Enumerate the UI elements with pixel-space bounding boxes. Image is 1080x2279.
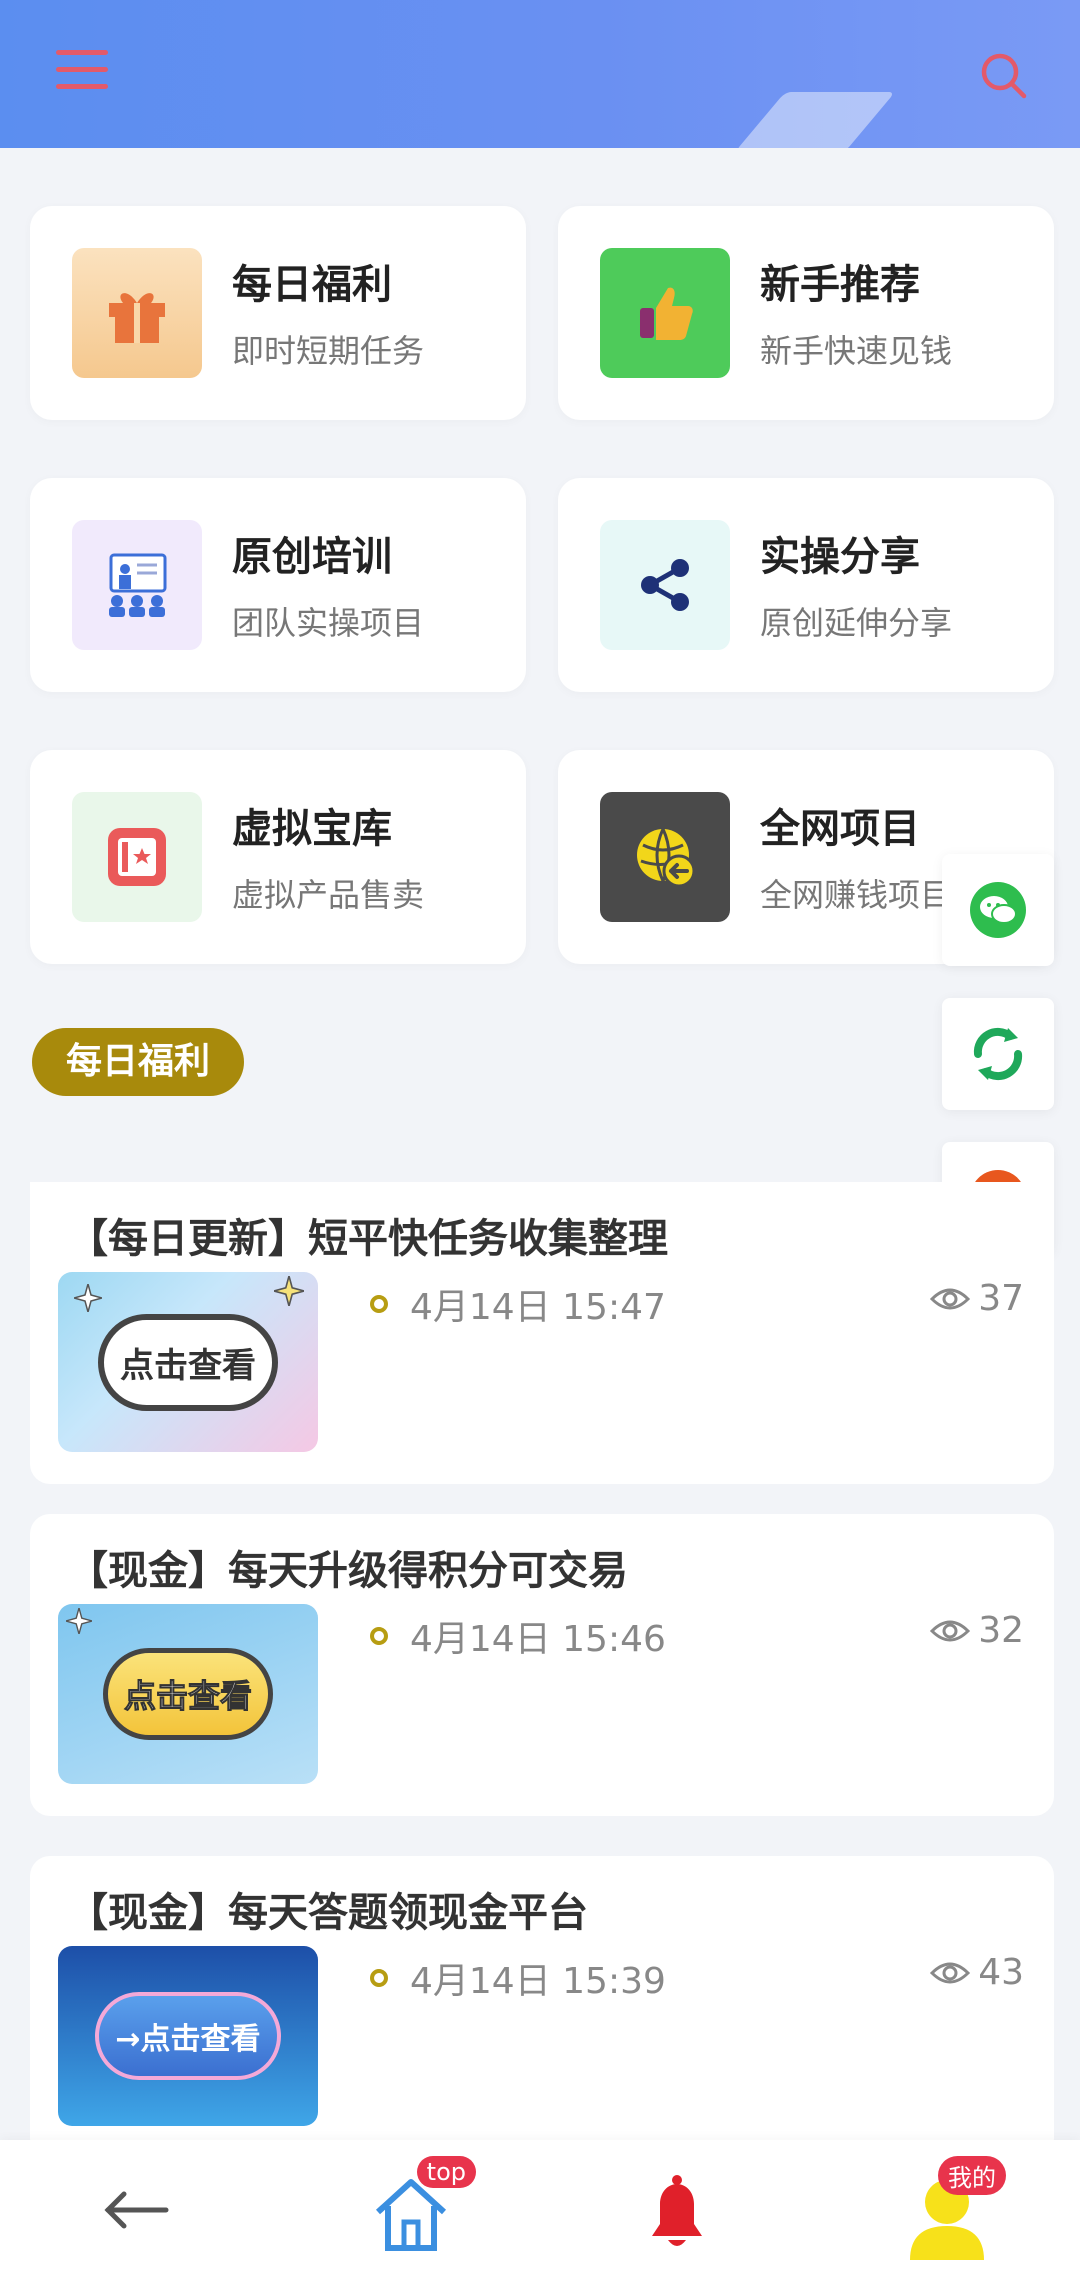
eye-icon xyxy=(930,1962,971,1983)
back-arrow-icon xyxy=(104,2191,169,2229)
category-grid: 每日福利 即时短期任务 新手推荐 新手快速见钱 原创培训 团队实操项目 实操分享… xyxy=(30,206,1054,964)
article-views: 32 xyxy=(930,1610,1024,1651)
article-date: 4月14日 15:39 xyxy=(410,1961,666,2002)
profile-badge: 我的 xyxy=(938,2156,1006,2195)
article-thumbnail[interactable]: 点击查看 xyxy=(58,1604,318,1784)
sparkle-icon xyxy=(74,1284,102,1312)
time-dot-icon xyxy=(370,1295,388,1313)
article-card[interactable]: 【现金】每天答题领现金平台 →点击查看 4月14日 15:39 43 xyxy=(30,1856,1054,2158)
article-thumbnail[interactable]: →点击查看 xyxy=(58,1946,318,2126)
eye-icon xyxy=(930,1288,971,1309)
article-card[interactable]: 【每日更新】短平快任务收集整理 点击查看 4月14日 15:47 37 xyxy=(30,1182,1054,1484)
article-meta: 4月14日 15:47 xyxy=(370,1278,666,1330)
sparkle-icon xyxy=(274,1276,304,1306)
category-title: 全网项目 xyxy=(760,806,920,852)
eye-icon xyxy=(930,1620,971,1641)
wechat-float-button[interactable] xyxy=(942,854,1054,966)
search-icon[interactable] xyxy=(978,50,1030,102)
category-title: 每日福利 xyxy=(232,262,392,308)
app-header xyxy=(0,0,1080,148)
category-subtitle: 即时短期任务 xyxy=(232,332,425,370)
wechat-icon xyxy=(970,882,1026,938)
article-title: 【每日更新】短平快任务收集整理 xyxy=(68,1216,668,1262)
thumbs-up-icon xyxy=(600,248,730,378)
category-card-training[interactable]: 原创培训 团队实操项目 xyxy=(30,478,526,692)
view-count: 32 xyxy=(978,1610,1024,1651)
category-subtitle: 团队实操项目 xyxy=(232,604,425,642)
category-title: 虚拟宝库 xyxy=(232,806,392,852)
home-button[interactable]: top xyxy=(356,2156,476,2260)
menu-icon[interactable] xyxy=(56,50,108,94)
category-card-newbie[interactable]: 新手推荐 新手快速见钱 xyxy=(558,206,1054,420)
header-decoration xyxy=(734,92,896,148)
thumbnail-label: →点击查看 xyxy=(95,1992,281,2080)
category-subtitle: 虚拟产品售卖 xyxy=(232,876,425,914)
section-label: 每日福利 xyxy=(32,1028,245,1096)
training-icon xyxy=(72,520,202,650)
article-meta: 4月14日 15:39 xyxy=(370,1952,666,2004)
time-dot-icon xyxy=(370,1627,388,1645)
time-dot-icon xyxy=(370,1969,388,1987)
notification-button[interactable] xyxy=(622,2160,732,2260)
category-subtitle: 新手快速见钱 xyxy=(760,332,953,370)
article-title: 【现金】每天升级得积分可交易 xyxy=(68,1548,628,1594)
article-date: 4月14日 15:46 xyxy=(410,1619,666,1660)
article-views: 43 xyxy=(930,1952,1024,1993)
article-title: 【现金】每天答题领现金平台 xyxy=(68,1890,588,1936)
bell-icon xyxy=(652,2175,702,2246)
article-thumbnail[interactable]: 点击查看 xyxy=(58,1272,318,1452)
sparkle-icon xyxy=(66,1608,92,1634)
category-card-share[interactable]: 实操分享 原创延伸分享 xyxy=(558,478,1054,692)
home-badge: top xyxy=(416,2156,476,2188)
category-card-daily[interactable]: 每日福利 即时短期任务 xyxy=(30,206,526,420)
category-title: 原创培训 xyxy=(232,534,392,580)
refresh-icon xyxy=(973,1027,1023,1081)
share-icon xyxy=(600,520,730,650)
back-button[interactable] xyxy=(80,2160,190,2260)
article-card[interactable]: 【现金】每天升级得积分可交易 点击查看 4月14日 15:46 32 xyxy=(30,1514,1054,1816)
view-count: 43 xyxy=(978,1952,1024,1993)
profile-button[interactable]: 我的 xyxy=(892,2156,1006,2260)
category-subtitle: 原创延伸分享 xyxy=(760,604,953,642)
vault-icon xyxy=(72,792,202,922)
bottom-navigation: top 我的 xyxy=(0,2140,1080,2279)
category-title: 实操分享 xyxy=(760,534,920,580)
article-date: 4月14日 15:47 xyxy=(410,1287,666,1328)
gift-icon xyxy=(72,248,202,378)
thumbnail-label: 点击查看 xyxy=(98,1313,278,1411)
globe-icon xyxy=(600,792,730,922)
view-count: 37 xyxy=(978,1278,1024,1319)
refresh-float-button[interactable] xyxy=(942,998,1054,1110)
article-views: 37 xyxy=(930,1278,1024,1319)
category-title: 新手推荐 xyxy=(760,262,920,308)
article-meta: 4月14日 15:46 xyxy=(370,1610,666,1662)
category-subtitle: 全网赚钱项目 xyxy=(760,876,953,914)
category-card-vault[interactable]: 虚拟宝库 虚拟产品售卖 xyxy=(30,750,526,964)
thumbnail-label: 点击查看 xyxy=(102,1648,273,1740)
